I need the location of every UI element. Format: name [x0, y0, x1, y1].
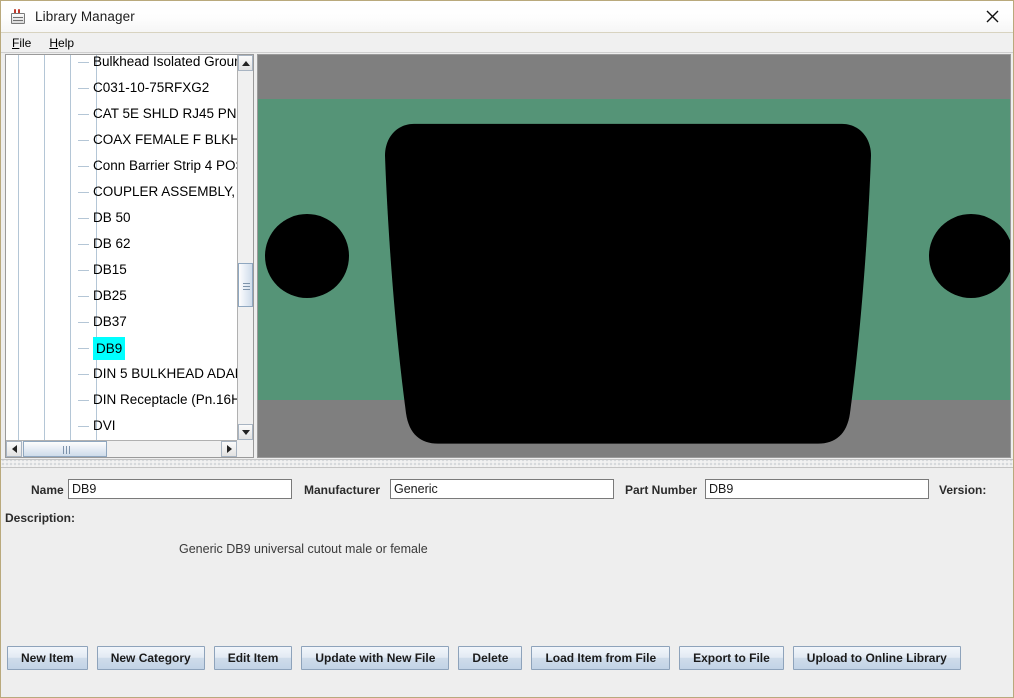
- tree-item-label: C031-10-75RFXG2: [93, 80, 210, 95]
- new-category-button[interactable]: New Category: [96, 646, 205, 670]
- manufacturer-input[interactable]: [390, 479, 614, 499]
- menu-bar: File Help: [1, 33, 1013, 53]
- tree-item-label: DB 62: [93, 236, 131, 251]
- manufacturer-label: Manufacturer: [304, 483, 381, 497]
- tree-item[interactable]: COUPLER ASSEMBLY, 6F: [6, 179, 237, 205]
- tree-item-label: DB 50: [93, 210, 131, 225]
- tree-item-label: DIN 5 BULKHEAD ADAPTO: [93, 366, 237, 381]
- split-pane-divider[interactable]: [1, 459, 1013, 468]
- tree-vertical-scrollbar[interactable]: [237, 55, 253, 440]
- close-icon[interactable]: [969, 1, 1013, 32]
- tree-item[interactable]: Conn Barrier Strip 4 POS S: [6, 153, 237, 179]
- part-number-input[interactable]: [705, 479, 929, 499]
- tree-leaf-dash-icon: [78, 166, 89, 167]
- delete-button[interactable]: Delete: [458, 646, 523, 670]
- tree-leaf-dash-icon: [78, 322, 89, 323]
- tree-leaf-dash-icon: [78, 270, 89, 271]
- part-number-label: Part Number: [625, 483, 698, 497]
- tree-item-label: Bulkhead Isolated Ground: [93, 55, 237, 69]
- description-label: Description:: [5, 511, 76, 525]
- window-title: Library Manager: [35, 9, 135, 24]
- tree-leaf-dash-icon: [78, 218, 89, 219]
- tree-item-label: COUPLER ASSEMBLY, 6F: [93, 184, 237, 199]
- db9-cutout-graphic: [265, 123, 1010, 444]
- tree-item[interactable]: DB 62: [6, 231, 237, 257]
- tree-leaf-dash-icon: [78, 374, 89, 375]
- tree-item-label: COAX FEMALE F BLKHD C: [93, 132, 237, 147]
- description-text: Generic DB9 universal cutout male or fem…: [179, 542, 428, 556]
- menu-file[interactable]: File: [8, 34, 39, 52]
- tree-leaf-dash-icon: [78, 400, 89, 401]
- tree-item[interactable]: DB 50: [6, 205, 237, 231]
- tree-leaf-dash-icon: [78, 140, 89, 141]
- scrollbar-corner: [237, 440, 253, 457]
- tree-item[interactable]: DB9: [6, 335, 237, 361]
- tree-item[interactable]: DVI: [6, 413, 237, 439]
- scroll-down-icon[interactable]: [238, 424, 253, 440]
- image-preview-panel: [257, 54, 1011, 458]
- tree-item-list: Bulkhead Isolated Ground C031-10-75RFXG2 C…: [6, 55, 237, 439]
- tree-leaf-dash-icon: [78, 296, 89, 297]
- library-tree-panel: Bulkhead Isolated Ground C031-10-75RFXG2 C…: [5, 54, 254, 458]
- tree-leaf-dash-icon: [78, 114, 89, 115]
- title-bar: Library Manager: [1, 1, 1013, 33]
- tree-item-label: DB25: [93, 288, 127, 303]
- scroll-left-icon[interactable]: [6, 441, 22, 457]
- scroll-up-icon[interactable]: [238, 55, 253, 71]
- tree-item-label: DB37: [93, 314, 127, 329]
- tree-item-label: DB15: [93, 262, 127, 277]
- tree-item[interactable]: DB25: [6, 283, 237, 309]
- menu-help-mnemonic: H: [49, 35, 59, 50]
- tree-leaf-dash-icon: [78, 192, 89, 193]
- tree-leaf-dash-icon: [78, 62, 89, 63]
- tree-item[interactable]: C031-10-75RFXG2: [6, 75, 237, 101]
- tree-leaf-dash-icon: [78, 88, 89, 89]
- library-manager-window: Library Manager File Help Bulkhead Isola…: [0, 0, 1014, 698]
- tree-viewport: Bulkhead Isolated Ground C031-10-75RFXG2 C…: [6, 55, 237, 440]
- tree-item-label: DB9: [93, 337, 126, 360]
- tree-item[interactable]: DB15: [6, 257, 237, 283]
- java-coffee-cup-icon: [10, 8, 26, 25]
- action-button-bar: New Item New Category Edit Item Update with…: [1, 636, 1013, 697]
- tree-item-label: Conn Barrier Strip 4 POS S: [93, 158, 237, 173]
- top-split-pane: Bulkhead Isolated Ground C031-10-75RFXG2 C…: [1, 53, 1013, 459]
- item-form-row: Name Manufacturer Part Number Version:: [1, 479, 1013, 501]
- export-to-file-button[interactable]: Export to File: [679, 646, 784, 670]
- tree-item[interactable]: Bulkhead Isolated Ground: [6, 55, 237, 75]
- menu-help-rest: elp: [58, 35, 75, 50]
- version-label: Version:: [939, 483, 987, 497]
- load-item-from-file-button[interactable]: Load Item from File: [531, 646, 671, 670]
- upload-to-online-library-button[interactable]: Upload to Online Library: [792, 646, 961, 670]
- menu-help[interactable]: Help: [45, 34, 82, 52]
- item-detail-pane: Name Manufacturer Part Number Version: D…: [1, 468, 1013, 697]
- tree-item-label: DVI: [93, 418, 116, 433]
- update-with-new-file-button[interactable]: Update with New File: [301, 646, 450, 670]
- tree-item[interactable]: CAT 5E SHLD RJ45 PNL C: [6, 101, 237, 127]
- scroll-right-icon[interactable]: [221, 441, 237, 457]
- name-label: Name: [31, 483, 64, 497]
- tree-leaf-dash-icon: [78, 244, 89, 245]
- tree-item[interactable]: DB37: [6, 309, 237, 335]
- preview-canvas: [258, 55, 1010, 457]
- tree-item[interactable]: COAX FEMALE F BLKHD C: [6, 127, 237, 153]
- tree-item[interactable]: DIN 5 BULKHEAD ADAPTO: [6, 361, 237, 387]
- tree-horizontal-scrollbar[interactable]: [6, 440, 253, 457]
- tree-leaf-dash-icon: [78, 426, 89, 427]
- tree-item-label: DIN Receptacle (Pn.16HR: [93, 392, 237, 407]
- tree-leaf-dash-icon: [78, 348, 89, 349]
- description-area[interactable]: Generic DB9 universal cutout male or fem…: [5, 528, 1011, 628]
- horizontal-scroll-thumb[interactable]: [23, 441, 107, 457]
- name-input[interactable]: [68, 479, 292, 499]
- vertical-scroll-thumb[interactable]: [238, 263, 253, 307]
- tree-item[interactable]: DIN Receptacle (Pn.16HR: [6, 387, 237, 413]
- edit-item-button[interactable]: Edit Item: [213, 646, 293, 670]
- new-item-button[interactable]: New Item: [7, 646, 88, 670]
- menu-file-rest: ile: [19, 35, 32, 50]
- tree-item-label: CAT 5E SHLD RJ45 PNL C: [93, 106, 237, 121]
